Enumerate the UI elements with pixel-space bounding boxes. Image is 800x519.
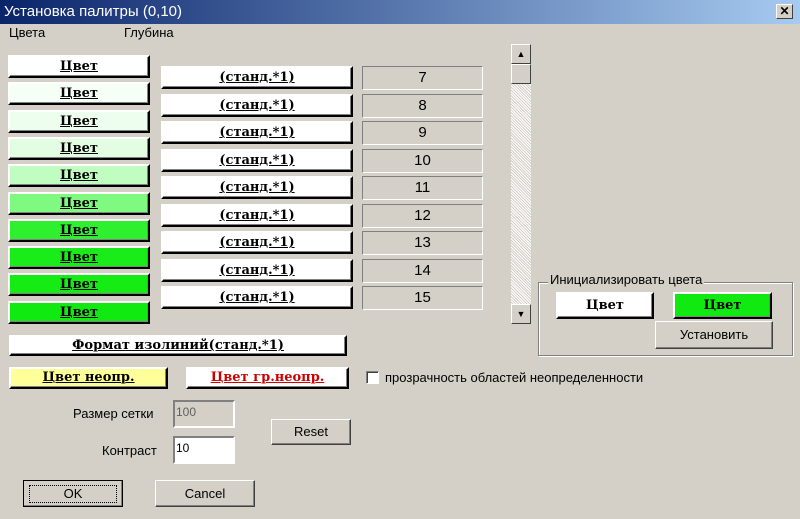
reset-button[interactable]: Reset — [271, 419, 351, 445]
color-button-label: Цвет — [60, 195, 98, 211]
contour-format-button[interactable]: Формат изолиний(станд.*1) — [9, 335, 347, 356]
window-title: Установка палитры (0,10) — [4, 3, 183, 20]
depth-value: 7 — [362, 66, 483, 90]
depth-format-label: (станд.*1) — [219, 180, 295, 195]
ok-button[interactable]: OK — [23, 480, 123, 507]
depth-value: 11 — [362, 176, 483, 200]
color-button[interactable]: Цвет — [8, 82, 150, 106]
boundary-color-label: Цвет гр.неопр. — [210, 370, 325, 385]
contrast-field[interactable]: 10 — [173, 436, 235, 464]
undefined-color-button[interactable]: Цвет неопр. — [9, 367, 168, 389]
color-button[interactable]: Цвет — [8, 109, 150, 133]
depth-format-button[interactable]: (станд.*1) — [161, 148, 353, 172]
boundary-color-button[interactable]: Цвет гр.неопр. — [186, 367, 349, 389]
depth-format-label: (станд.*1) — [219, 207, 295, 223]
scroll-thumb[interactable] — [511, 64, 531, 84]
transparency-checkbox[interactable] — [366, 371, 379, 384]
color-button-label: Цвет — [60, 140, 98, 156]
depth-value: 14 — [362, 258, 483, 283]
color-button[interactable]: Цвет — [8, 191, 150, 215]
depth-format-button[interactable]: (станд.*1) — [161, 66, 353, 89]
init-color-end-button[interactable]: Цвет — [673, 292, 772, 319]
set-colors-button[interactable]: Установить — [655, 321, 773, 349]
transparency-label: прозрачность областей неопределенности — [385, 370, 644, 385]
undefined-color-label: Цвет неопр. — [42, 370, 135, 385]
depth-value: 9 — [362, 121, 483, 145]
color-button-label: Цвет — [60, 113, 98, 129]
color-button-label: Цвет — [60, 250, 98, 266]
vertical-scrollbar[interactable]: ▲ ▼ — [511, 44, 531, 324]
depth-format-label: (станд.*1) — [219, 262, 295, 278]
color-button-label: Цвет — [60, 304, 98, 320]
depth-format-button[interactable]: (станд.*1) — [161, 231, 353, 254]
color-button[interactable]: Цвет — [8, 55, 150, 78]
depth-format-label: (станд.*1) — [219, 70, 295, 85]
color-button-label: Цвет — [60, 86, 98, 102]
close-icon[interactable]: ✕ — [776, 4, 793, 19]
init-color-start-label: Цвет — [586, 298, 624, 313]
scroll-up-icon[interactable]: ▲ — [511, 44, 531, 64]
grid-size-label: Размер сетки — [73, 406, 154, 421]
contrast-label: Контраст — [102, 443, 157, 458]
depth-format-label: (станд.*1) — [219, 290, 295, 305]
depth-value: 10 — [362, 148, 483, 173]
depth-format-label: (станд.*1) — [219, 97, 295, 113]
title-bar: Установка палитры (0,10) ✕ — [0, 0, 800, 24]
color-button[interactable]: Цвет — [8, 164, 150, 188]
depth-format-button[interactable]: (станд.*1) — [161, 258, 353, 282]
depth-value: 13 — [362, 231, 483, 255]
tab-colors[interactable]: Цвета — [9, 25, 45, 40]
depth-value: 15 — [362, 286, 483, 310]
depth-format-button[interactable]: (станд.*1) — [161, 176, 353, 199]
grid-size-field: 100 — [173, 400, 235, 428]
init-color-end-label: Цвет — [703, 298, 742, 313]
color-button-label: Цвет — [60, 168, 98, 184]
depth-value: 8 — [362, 93, 483, 118]
depth-format-button[interactable]: (станд.*1) — [161, 93, 353, 117]
color-button[interactable]: Цвет — [8, 218, 150, 242]
init-color-start-button[interactable]: Цвет — [556, 292, 654, 319]
depth-format-button[interactable]: (станд.*1) — [161, 286, 353, 309]
color-button[interactable]: Цвет — [8, 300, 150, 324]
depth-format-label: (станд.*1) — [219, 235, 295, 250]
depth-format-label: (станд.*1) — [219, 125, 295, 140]
scroll-down-icon[interactable]: ▼ — [511, 304, 531, 324]
init-colors-group-title: Инициализировать цвета — [548, 272, 705, 287]
color-button[interactable]: Цвет — [8, 273, 150, 297]
color-button[interactable]: Цвет — [8, 136, 150, 160]
depth-format-button[interactable]: (станд.*1) — [161, 203, 353, 227]
color-button-label: Цвет — [60, 277, 98, 293]
ok-button-label: OK — [28, 485, 118, 503]
depth-format-button[interactable]: (станд.*1) — [161, 121, 353, 144]
cancel-button[interactable]: Cancel — [155, 480, 255, 507]
tab-depth[interactable]: Глубина — [124, 25, 174, 40]
depth-value: 12 — [362, 203, 483, 228]
depth-format-label: (станд.*1) — [219, 152, 295, 168]
color-button-label: Цвет — [60, 59, 98, 74]
contour-format-label: Формат изолиний(станд.*1) — [72, 338, 284, 353]
color-button-label: Цвет — [60, 222, 98, 238]
color-button[interactable]: Цвет — [8, 246, 150, 270]
